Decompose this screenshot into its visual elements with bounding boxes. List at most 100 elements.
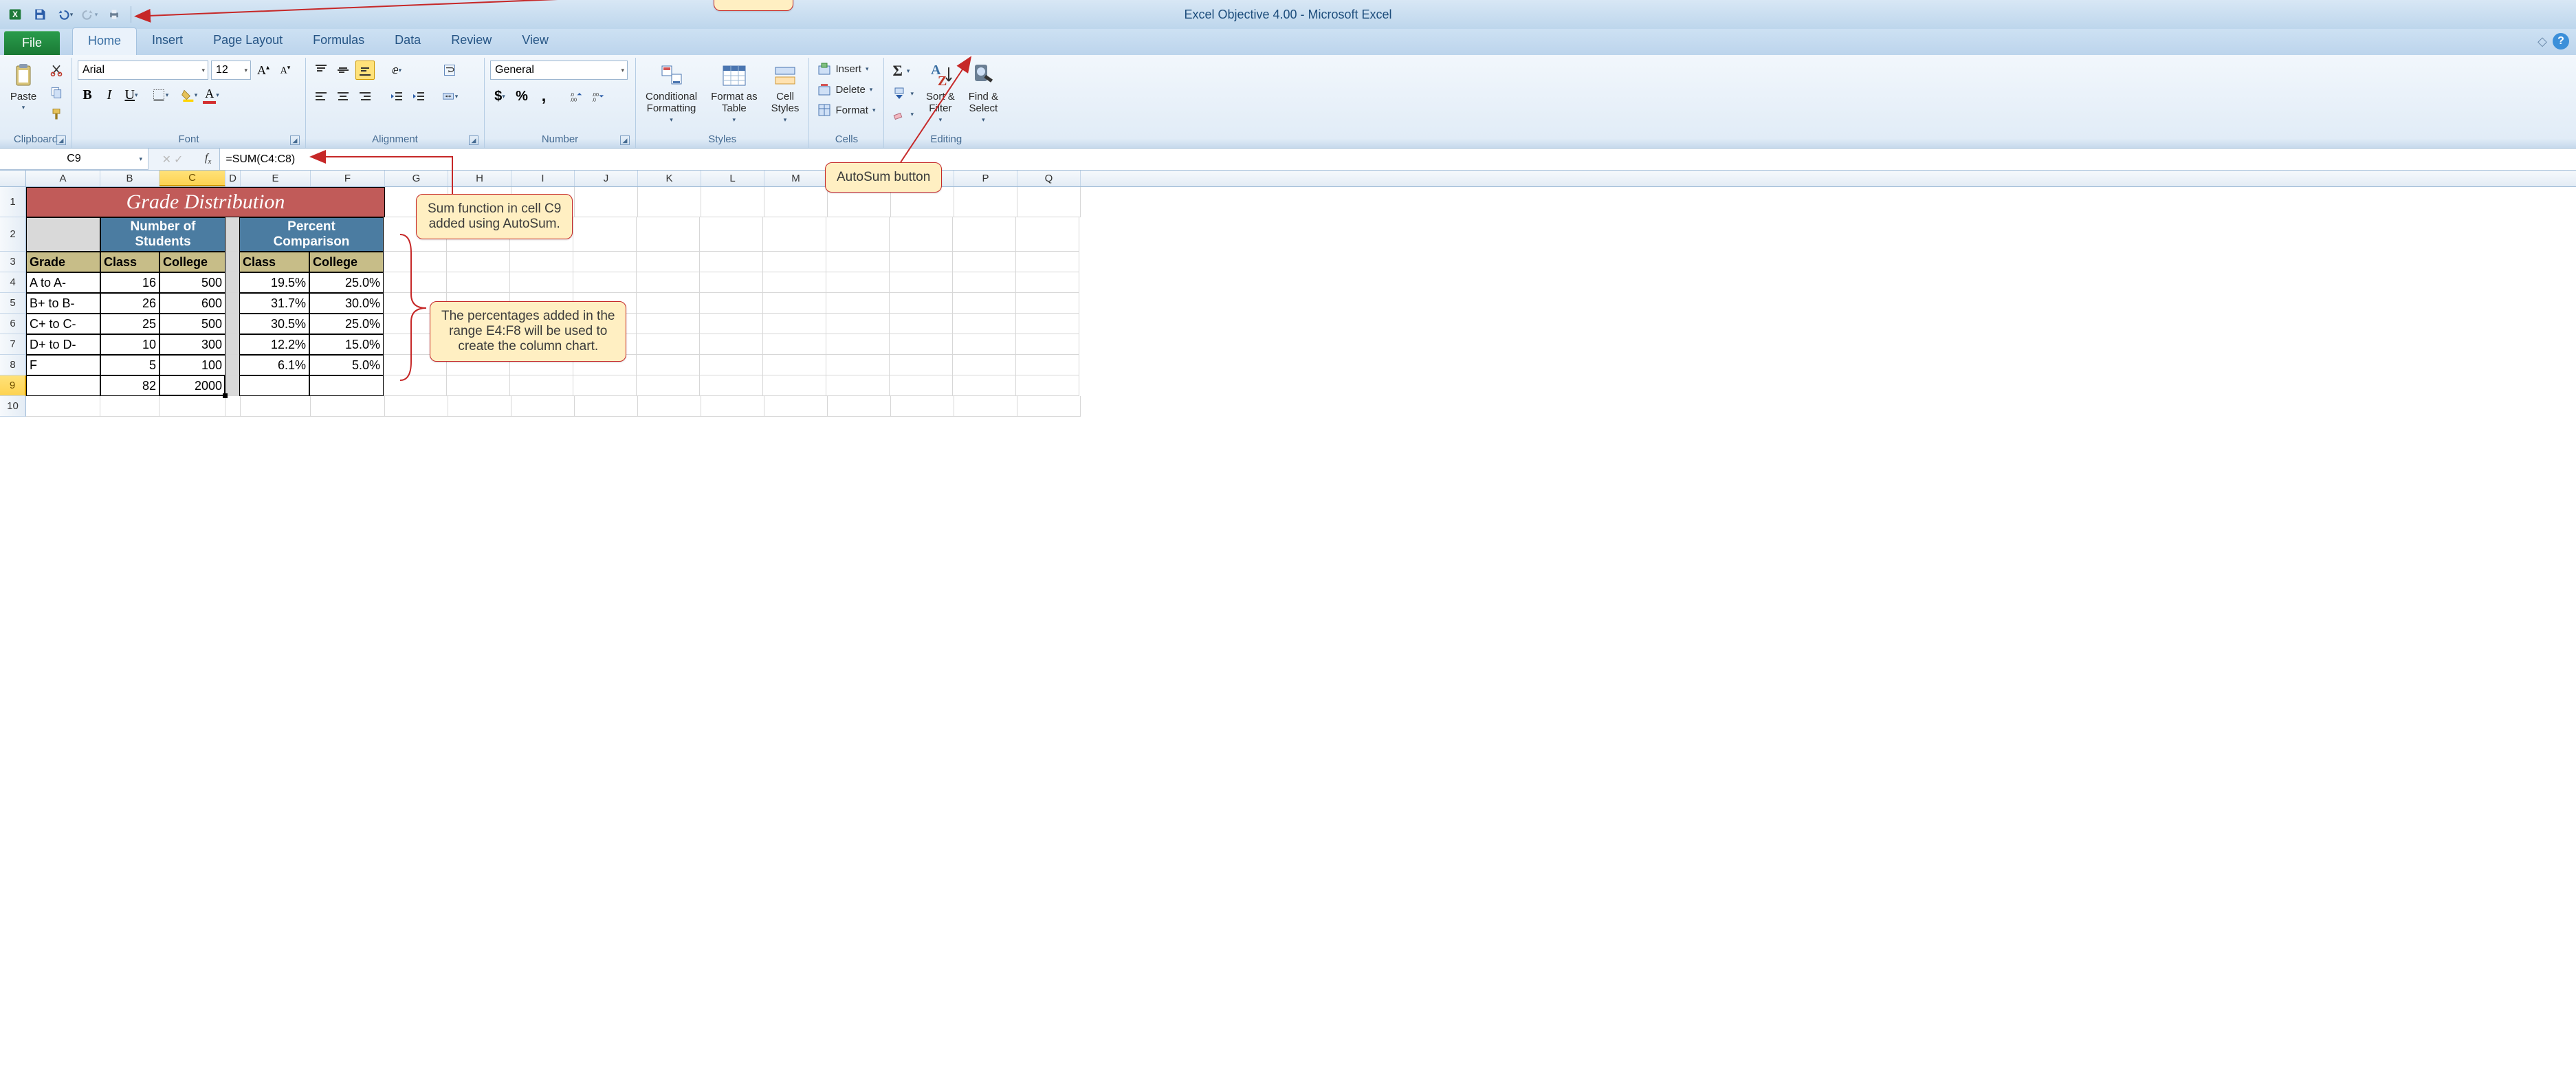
- column-header[interactable]: A: [26, 171, 100, 186]
- row-header[interactable]: 9: [0, 375, 26, 396]
- cell[interactable]: Class: [239, 252, 309, 272]
- cell[interactable]: 100: [159, 355, 225, 375]
- paste-button[interactable]: Paste ▾: [5, 61, 41, 113]
- minimize-ribbon-button[interactable]: ◇: [2538, 34, 2547, 49]
- format-cells-button[interactable]: Format▾: [815, 102, 878, 118]
- cell[interactable]: [575, 396, 638, 417]
- cell[interactable]: [764, 396, 828, 417]
- column-header[interactable]: F: [311, 171, 385, 186]
- column-header[interactable]: B: [100, 171, 159, 186]
- cell[interactable]: [953, 314, 1016, 334]
- cell[interactable]: [26, 396, 100, 417]
- dialog-launcher-icon[interactable]: ◢: [620, 135, 630, 145]
- help-button[interactable]: ?: [2553, 33, 2569, 50]
- insert-function-button[interactable]: fx: [197, 152, 219, 166]
- align-middle-button[interactable]: [333, 61, 353, 80]
- cell[interactable]: [1016, 252, 1079, 272]
- cell[interactable]: [1016, 293, 1079, 314]
- tab-page-layout[interactable]: Page Layout: [198, 28, 298, 55]
- decrease-font-button[interactable]: A▾: [276, 61, 295, 80]
- cell[interactable]: [763, 272, 826, 293]
- copy-button[interactable]: [47, 83, 66, 102]
- cell[interactable]: 5.0%: [309, 355, 384, 375]
- cell[interactable]: [700, 334, 763, 355]
- cell[interactable]: [1016, 217, 1079, 252]
- row-header[interactable]: 3: [0, 252, 26, 272]
- cell[interactable]: Percent Comparison: [239, 217, 384, 252]
- cell[interactable]: [225, 293, 239, 314]
- cell[interactable]: 82: [100, 375, 159, 396]
- cell[interactable]: [510, 375, 573, 396]
- cell[interactable]: [637, 314, 700, 334]
- formula-input[interactable]: [219, 149, 2576, 170]
- cell[interactable]: [763, 355, 826, 375]
- cell[interactable]: [447, 272, 510, 293]
- cell[interactable]: 25.0%: [309, 272, 384, 293]
- cell[interactable]: [309, 375, 384, 396]
- cell[interactable]: [1016, 314, 1079, 334]
- cell[interactable]: [890, 293, 953, 314]
- tab-home[interactable]: Home: [72, 28, 137, 55]
- cell[interactable]: [573, 272, 637, 293]
- decrease-indent-button[interactable]: [387, 87, 406, 106]
- name-box[interactable]: C9 ▾: [0, 149, 148, 170]
- cell[interactable]: [763, 314, 826, 334]
- font-size-combo[interactable]: 12▾: [211, 61, 251, 80]
- excel-app-icon[interactable]: X: [4, 4, 26, 25]
- row-header[interactable]: 6: [0, 314, 26, 334]
- row-header[interactable]: 2: [0, 217, 26, 252]
- align-bottom-button[interactable]: [355, 61, 375, 80]
- percent-format-button[interactable]: %: [512, 87, 531, 106]
- cell[interactable]: 500: [159, 272, 225, 293]
- cell[interactable]: 2000: [159, 375, 225, 396]
- cell[interactable]: [637, 334, 700, 355]
- save-button[interactable]: [29, 4, 51, 25]
- tab-insert[interactable]: Insert: [137, 28, 198, 55]
- worksheet-grid[interactable]: ABCDEFGHIJKLMNOPQ 12345678910 Grade Dist…: [0, 171, 2576, 417]
- align-right-button[interactable]: [355, 87, 375, 106]
- cell[interactable]: Grade Distribution: [26, 187, 385, 217]
- cell[interactable]: [890, 375, 953, 396]
- cell[interactable]: [700, 293, 763, 314]
- cell[interactable]: [700, 272, 763, 293]
- cell[interactable]: [26, 375, 100, 396]
- cell[interactable]: A to A-: [26, 272, 100, 293]
- cell[interactable]: [700, 355, 763, 375]
- cell[interactable]: 25.0%: [309, 314, 384, 334]
- cell[interactable]: [953, 272, 1016, 293]
- cell[interactable]: [891, 396, 954, 417]
- find-select-button[interactable]: Find & Select▾: [965, 61, 1002, 125]
- conditional-formatting-button[interactable]: Conditional Formatting▾: [641, 61, 701, 125]
- cell[interactable]: [225, 375, 239, 396]
- increase-indent-button[interactable]: [409, 87, 428, 106]
- fill-button[interactable]: ▾: [890, 85, 916, 102]
- cell[interactable]: [826, 355, 890, 375]
- row-header[interactable]: 5: [0, 293, 26, 314]
- cell[interactable]: C+ to C-: [26, 314, 100, 334]
- cell[interactable]: F: [26, 355, 100, 375]
- cell[interactable]: [890, 355, 953, 375]
- cell[interactable]: [700, 314, 763, 334]
- cell[interactable]: [159, 396, 225, 417]
- row-header[interactable]: 4: [0, 272, 26, 293]
- cell[interactable]: [225, 252, 239, 272]
- cell[interactable]: [637, 252, 700, 272]
- row-header[interactable]: 8: [0, 355, 26, 375]
- cell[interactable]: 30.0%: [309, 293, 384, 314]
- cell[interactable]: 31.7%: [239, 293, 309, 314]
- row-header[interactable]: 7: [0, 334, 26, 355]
- cell[interactable]: [637, 272, 700, 293]
- format-painter-button[interactable]: [47, 105, 66, 124]
- align-left-button[interactable]: [311, 87, 331, 106]
- cell[interactable]: 15.0%: [309, 334, 384, 355]
- accounting-format-button[interactable]: $▾: [490, 87, 509, 106]
- cell[interactable]: [638, 396, 701, 417]
- cell[interactable]: Number of Students: [100, 217, 225, 252]
- cell[interactable]: [385, 396, 448, 417]
- wrap-text-button[interactable]: [438, 61, 461, 80]
- cell[interactable]: 16: [100, 272, 159, 293]
- delete-cells-button[interactable]: Delete▾: [815, 81, 875, 98]
- cell[interactable]: [311, 396, 385, 417]
- tab-formulas[interactable]: Formulas: [298, 28, 379, 55]
- cell[interactable]: [225, 314, 239, 334]
